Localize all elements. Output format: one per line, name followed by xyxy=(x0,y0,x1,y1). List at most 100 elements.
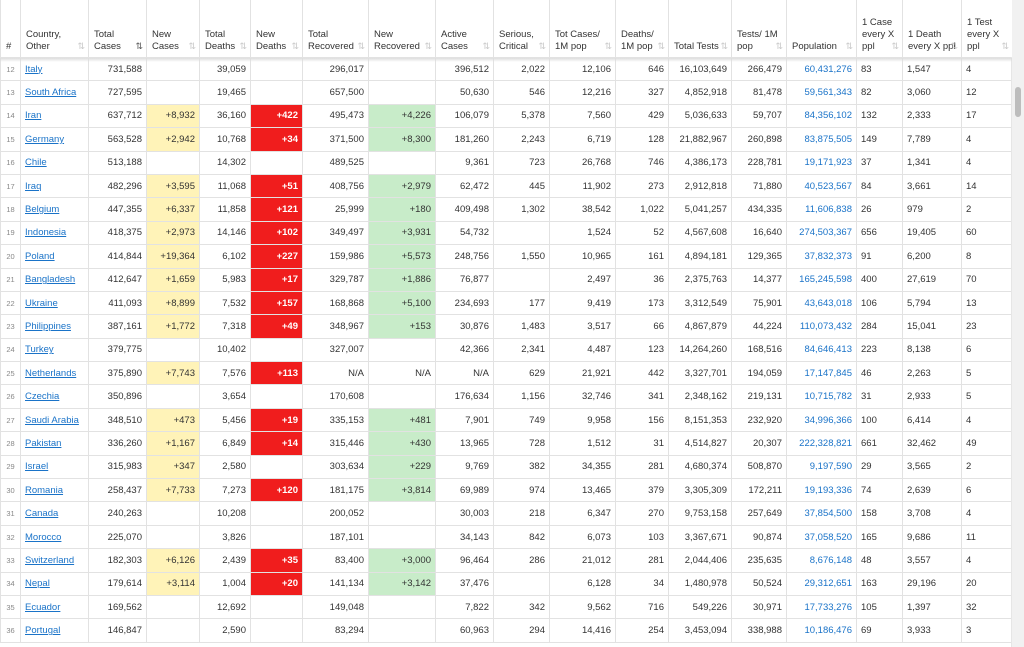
cell-population[interactable]: 40,523,567 xyxy=(786,173,857,199)
cell-country-other[interactable]: Indonesia xyxy=(20,220,89,246)
country-link[interactable]: Ukraine xyxy=(25,298,58,309)
cell-country-other[interactable]: Canada xyxy=(20,501,89,526)
country-link[interactable]: Iraq xyxy=(25,181,41,192)
sort-arrows-icon[interactable]: ⇅ xyxy=(845,40,853,52)
cell-country-other[interactable]: Morocco xyxy=(20,524,89,550)
sort-arrows-icon[interactable]: ⇅ xyxy=(657,40,665,52)
sort-arrows-icon[interactable]: ⇅ xyxy=(950,40,958,52)
cell-country-other[interactable]: Poland xyxy=(20,244,89,269)
cell-country-other[interactable]: Chile xyxy=(20,150,89,175)
cell-population[interactable]: 11,606,838 xyxy=(786,197,857,222)
cell-population[interactable]: 19,193,336 xyxy=(786,478,857,503)
cell-country-other[interactable]: Nepal xyxy=(20,571,89,596)
sort-arrows-icon[interactable]: ⇅ xyxy=(77,40,85,52)
cell-country-other[interactable]: Philippines xyxy=(20,314,89,339)
sort-arrows-icon[interactable]: ⇅ xyxy=(135,40,143,52)
country-link[interactable]: Iran xyxy=(25,110,41,121)
column-header-total-deaths[interactable]: Total Deaths ⇅ xyxy=(199,0,251,58)
cell-population[interactable]: 165,245,598 xyxy=(786,267,857,292)
column-header-active-cases[interactable]: Active Cases ⇅ xyxy=(435,0,494,58)
column-header-tests-1m-pop[interactable]: Tests/ 1M pop ⇅ xyxy=(731,0,787,58)
cell-population[interactable]: 10,186,476 xyxy=(786,618,857,643)
cell-country-other[interactable]: Netherlands xyxy=(20,361,89,386)
cell-country-other[interactable]: Czechia xyxy=(20,384,89,409)
column-header-population[interactable]: Population ⇅ xyxy=(786,0,857,58)
cell-country-other[interactable]: Germany xyxy=(20,127,89,152)
country-link[interactable]: Saudi Arabia xyxy=(25,415,79,426)
cell-population[interactable]: 8,676,148 xyxy=(786,548,857,573)
country-link[interactable]: Italy xyxy=(25,64,42,75)
cell-country-other[interactable]: Israel xyxy=(20,454,89,480)
country-link[interactable]: Turkey xyxy=(25,344,54,355)
column-header-total-tests[interactable]: Total Tests ⇅ xyxy=(668,0,732,58)
cell-country-other[interactable]: South Africa xyxy=(20,80,89,105)
column-header-index[interactable]: # xyxy=(0,0,21,58)
cell-country-other[interactable]: Bangladesh xyxy=(20,267,89,292)
country-link[interactable]: Czechia xyxy=(25,391,59,402)
column-header-deaths-1m-pop[interactable]: Deaths/ 1M pop ⇅ xyxy=(615,0,669,58)
column-header-total-recovered[interactable]: Total Recovered ⇅ xyxy=(302,0,369,58)
country-link[interactable]: Canada xyxy=(25,508,58,519)
column-header-new-deaths[interactable]: New Deaths ⇅ xyxy=(250,0,303,58)
sort-arrows-icon[interactable]: ⇅ xyxy=(291,40,299,52)
sort-arrows-icon[interactable]: ⇅ xyxy=(775,40,783,52)
country-link[interactable]: Netherlands xyxy=(25,368,76,379)
cell-population[interactable]: 10,715,782 xyxy=(786,384,857,409)
sort-arrows-icon[interactable]: ⇅ xyxy=(720,40,728,52)
country-link[interactable]: Nepal xyxy=(25,578,50,589)
cell-country-other[interactable]: Pakistan xyxy=(20,431,89,456)
cell-population[interactable]: 222,328,821 xyxy=(786,431,857,456)
cell-population[interactable]: 274,503,367 xyxy=(786,220,857,246)
cell-population[interactable]: 37,832,373 xyxy=(786,244,857,269)
country-link[interactable]: South Africa xyxy=(25,87,76,98)
scrollbar-thumb[interactable] xyxy=(1015,87,1021,117)
country-link[interactable]: Bangladesh xyxy=(25,274,75,285)
cell-population[interactable]: 84,646,413 xyxy=(786,337,857,363)
column-header-new-cases[interactable]: New Cases ⇅ xyxy=(146,0,200,58)
column-header-country-other[interactable]: Country, Other ⇅ xyxy=(20,0,89,58)
sort-arrows-icon[interactable]: ⇅ xyxy=(1001,40,1009,52)
column-header-serious-critical[interactable]: Serious, Critical ⇅ xyxy=(493,0,550,58)
cell-population[interactable]: 37,854,500 xyxy=(786,501,857,526)
cell-country-other[interactable]: Ukraine xyxy=(20,290,89,316)
sort-arrows-icon[interactable]: ⇅ xyxy=(604,40,612,52)
column-header-new-recovered[interactable]: New Recovered ⇅ xyxy=(368,0,436,58)
cell-population[interactable]: 84,356,102 xyxy=(786,103,857,129)
column-header-tot-cases-1m-pop[interactable]: Tot Cases/ 1M pop ⇅ xyxy=(549,0,616,58)
sort-arrows-icon[interactable]: ⇅ xyxy=(357,40,365,52)
country-link[interactable]: Poland xyxy=(25,251,55,262)
country-link[interactable]: Germany xyxy=(25,134,64,145)
cell-country-other[interactable]: Portugal xyxy=(20,618,89,643)
country-link[interactable]: Romania xyxy=(25,485,63,496)
cell-population[interactable]: 43,643,018 xyxy=(786,290,857,316)
column-header-total-cases[interactable]: Total Cases ⇅ xyxy=(88,0,147,58)
country-link[interactable]: Switzerland xyxy=(25,555,74,566)
sort-arrows-icon[interactable]: ⇅ xyxy=(482,40,490,52)
cell-country-other[interactable]: Iraq xyxy=(20,173,89,199)
cell-population[interactable]: 19,171,923 xyxy=(786,150,857,175)
cell-country-other[interactable]: Iran xyxy=(20,103,89,129)
cell-population[interactable]: 59,561,343 xyxy=(786,80,857,105)
sort-arrows-icon[interactable]: ⇅ xyxy=(424,40,432,52)
cell-country-other[interactable]: Saudi Arabia xyxy=(20,407,89,433)
column-header-1-test-every-x-ppl[interactable]: 1 Test every X ppl ⇅ xyxy=(961,0,1012,58)
vertical-scrollbar[interactable] xyxy=(1011,0,1024,647)
cell-population[interactable]: 17,147,845 xyxy=(786,361,857,386)
country-link[interactable]: Israel xyxy=(25,461,48,472)
column-header-1-case-every-x-ppl[interactable]: 1 Case every X ppl ⇅ xyxy=(856,0,903,58)
country-link[interactable]: Ecuador xyxy=(25,602,60,613)
cell-country-other[interactable]: Switzerland xyxy=(20,548,89,573)
sort-arrows-icon[interactable]: ⇅ xyxy=(538,40,546,52)
cell-population[interactable]: 17,733,276 xyxy=(786,594,857,620)
cell-country-other[interactable]: Turkey xyxy=(20,337,89,363)
cell-country-other[interactable]: Belgium xyxy=(20,197,89,222)
cell-population[interactable]: 9,197,590 xyxy=(786,454,857,480)
country-link[interactable]: Philippines xyxy=(25,321,71,332)
country-link[interactable]: Morocco xyxy=(25,532,61,543)
sort-arrows-icon[interactable]: ⇅ xyxy=(891,40,899,52)
country-link[interactable]: Indonesia xyxy=(25,227,66,238)
cell-population[interactable]: 83,875,505 xyxy=(786,127,857,152)
sort-arrows-icon[interactable]: ⇅ xyxy=(188,40,196,52)
cell-country-other[interactable]: Romania xyxy=(20,478,89,503)
country-link[interactable]: Pakistan xyxy=(25,438,61,449)
